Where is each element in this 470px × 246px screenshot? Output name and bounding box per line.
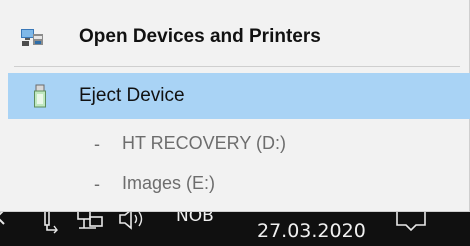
drive-dash: -: [94, 134, 100, 154]
usb-drive-icon: [33, 84, 47, 108]
eject-device-label: Eject Device: [79, 85, 185, 106]
eject-device-item[interactable]: Eject Device: [8, 73, 470, 119]
devices-printers-icon: [20, 26, 44, 48]
drive-label-ht-recovery: HT RECOVERY (D:): [122, 133, 287, 153]
drive-dash: -: [94, 174, 100, 194]
clock-date[interactable]: 27.03.2020: [257, 220, 366, 242]
drive-item-images[interactable]: - Images (E:): [0, 164, 460, 204]
eject-context-menu: Open Devices and Printers Eject Device -…: [0, 0, 470, 212]
open-devices-and-printers-item[interactable]: Open Devices and Printers: [0, 14, 460, 60]
drive-label-images: Images (E:): [122, 173, 216, 193]
drive-item-ht-recovery[interactable]: - HT RECOVERY (D:): [0, 124, 460, 164]
menu-separator: [14, 66, 460, 67]
open-devices-label: Open Devices and Printers: [79, 26, 321, 47]
